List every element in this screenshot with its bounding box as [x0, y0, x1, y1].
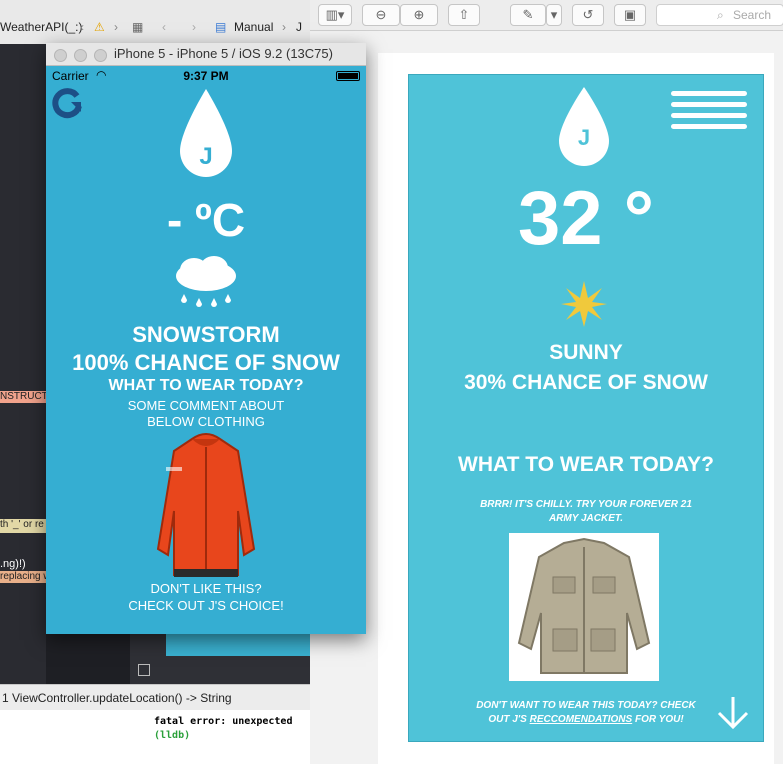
- footer-text-pre: OUT J'S: [488, 714, 530, 725]
- code-instruct-highlight: NSTRUCT: [0, 391, 48, 403]
- orange-jacket-image: [156, 433, 256, 577]
- code-hint-highlight: th '_' or re: [0, 519, 46, 533]
- chance-label: 30% CHANCE OF SNOW: [464, 371, 708, 394]
- wear-question: WHAT TO WEAR TODAY?: [458, 453, 714, 476]
- debug-console[interactable]: fatal error: unexpected (lldb): [150, 710, 310, 764]
- zoom-out-icon[interactable]: ⊖: [362, 4, 400, 26]
- tip-line-1: BRRR! IT'S CHILLY. TRY YOUR FOREVER 21: [480, 499, 692, 510]
- breadcrumb-file[interactable]: J: [296, 20, 302, 34]
- forward-arrow-icon[interactable]: ›: [114, 20, 118, 34]
- nav-forward-icon[interactable]: ›: [192, 20, 196, 34]
- clothing-comment-line-2: BELOW CLOTHING: [147, 414, 265, 429]
- temperature: - ºC: [166, 194, 246, 246]
- code-line-ng: .ng)!): [0, 558, 26, 570]
- snow-cloud-icon: [176, 256, 236, 307]
- recommendations-link[interactable]: RECCOMENDATIONS: [530, 714, 633, 725]
- minimize-button[interactable]: [74, 49, 87, 62]
- battery-icon: [336, 71, 360, 81]
- zoom-button[interactable]: [94, 49, 107, 62]
- footer-line-2: OUT J'S RECCOMENDATIONS FOR YOU!: [409, 714, 763, 725]
- wear-question: WHAT TO WEAR TODAY?: [108, 377, 304, 394]
- breadcrumb-function[interactable]: WeatherAPI(_:): [0, 20, 82, 34]
- footer-text-post: FOR YOU!: [632, 714, 684, 725]
- ios-simulator-window: iPhone 5 - iPhone 5 / iOS 9.2 (13C75) Ca…: [46, 43, 366, 634]
- clothing-comment-line-1: SOME COMMENT ABOUT: [127, 398, 285, 413]
- breadcrumb-manual[interactable]: Manual: [234, 20, 273, 34]
- search-icon: ⌕: [717, 8, 724, 22]
- condition-label: SNOWSTORM: [132, 322, 280, 347]
- drop-logo-letter: J: [577, 125, 591, 150]
- close-button[interactable]: [54, 49, 67, 62]
- design-mockup: J 32 ° SUNNY 30% CHANCE OF SNOW WHAT TO …: [408, 74, 764, 742]
- back-arrow-icon[interactable]: ‹: [80, 20, 84, 34]
- status-time: 9:37 PM: [183, 69, 229, 83]
- down-arrow-icon[interactable]: [715, 695, 751, 731]
- layout-toggle-icon[interactable]: [138, 664, 150, 676]
- drop-logo-letter: J: [199, 143, 213, 170]
- simulator-titlebar: iPhone 5 - iPhone 5 / iOS 9.2 (13C75): [46, 43, 366, 66]
- stack-frame-label[interactable]: 1 ViewController.updateLocation() -> Str…: [2, 691, 232, 705]
- console-error-line: fatal error: unexpected: [154, 716, 293, 727]
- search-input[interactable]: ⌕ Search: [656, 4, 783, 26]
- code-editor[interactable]: [0, 44, 46, 684]
- dislike-line-1[interactable]: DON'T LIKE THIS?: [46, 581, 366, 596]
- menu-icon[interactable]: [671, 91, 747, 131]
- chance-label: 100% CHANCE OF SNOW: [72, 350, 340, 375]
- code-replacing-highlight: replacing w: [0, 571, 51, 583]
- warning-icon[interactable]: ⚠: [94, 20, 105, 34]
- condition-label: SUNNY: [549, 341, 623, 364]
- xcode-jump-bar: WeatherAPI(_:) ‹ ⚠ › ▦ ‹ › ▤ Manual › J: [0, 0, 310, 45]
- sidebar-toggle-icon[interactable]: ▥▾: [318, 4, 352, 26]
- markup-pen-icon[interactable]: ✎: [510, 4, 546, 26]
- folder-icon: ▤: [215, 20, 227, 34]
- tip-line-2: ARMY JACKET.: [548, 513, 624, 524]
- simulator-title: iPhone 5 - iPhone 5 / iOS 9.2 (13C75): [114, 46, 333, 61]
- toolbox-icon[interactable]: ▣: [614, 4, 646, 26]
- share-icon[interactable]: ⇧: [448, 4, 480, 26]
- dislike-line-2[interactable]: CHECK OUT J'S CHOICE!: [46, 598, 366, 613]
- sun-icon: [561, 281, 607, 327]
- temperature: 32 °: [517, 176, 655, 261]
- status-bar: Carrier ◠ 9:37 PM: [46, 66, 366, 84]
- rotate-icon[interactable]: ↺: [572, 4, 604, 26]
- separator-icon: ›: [282, 20, 286, 34]
- debug-stack-bar: 1 ViewController.updateLocation() -> Str…: [0, 684, 310, 711]
- nav-back-icon[interactable]: ‹: [162, 20, 166, 34]
- footer-line-1: DON'T WANT TO WEAR THIS TODAY? CHECK: [476, 700, 696, 711]
- grid-icon[interactable]: ▦: [132, 20, 143, 34]
- refresh-icon[interactable]: [51, 88, 83, 120]
- search-placeholder: Search: [733, 8, 772, 22]
- markup-dropdown-icon[interactable]: ▾: [546, 4, 562, 26]
- preview-toolbar: ▥▾ ⊖ ⊕ ⇧ ✎ ▾ ↺ ▣ ⌕ Search: [310, 0, 783, 31]
- zoom-in-icon[interactable]: ⊕: [400, 4, 438, 26]
- console-prompt: (lldb): [154, 730, 191, 741]
- variables-view: [0, 710, 150, 764]
- army-jacket-image: [509, 533, 659, 681]
